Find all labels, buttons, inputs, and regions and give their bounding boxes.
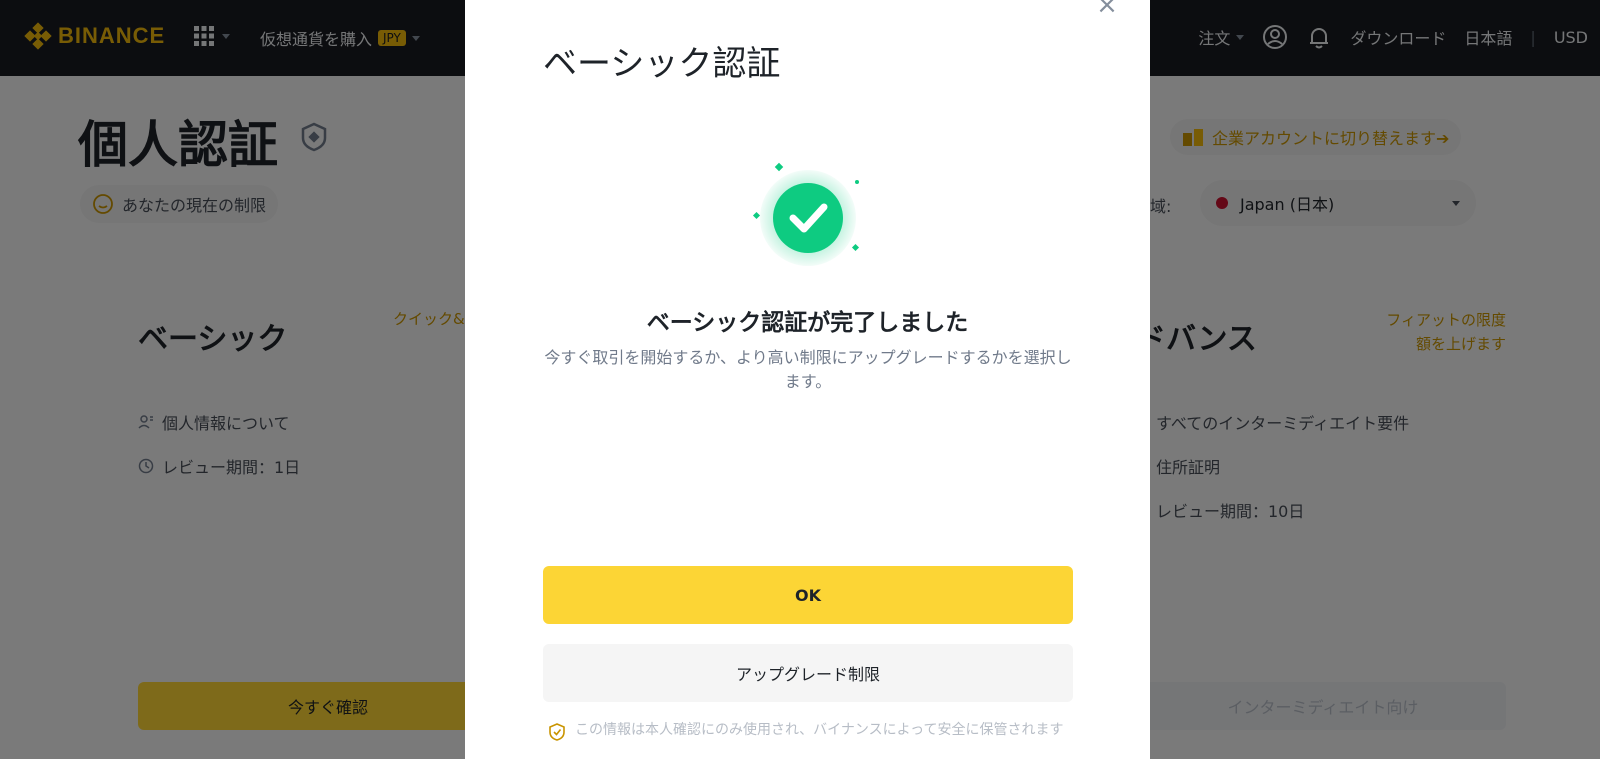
- ok-button[interactable]: OK: [543, 566, 1073, 624]
- success-description: 今すぐ取引を開始するか、より高い制限にアップグレードするかを選択します。: [544, 348, 1072, 391]
- shield-check-icon: [549, 723, 565, 741]
- success-check-icon: [752, 162, 860, 266]
- verification-modal: × ベーシック認証 ベーシック認証が完了しました 今すぐ取引を開始するか、より高…: [465, 0, 1150, 759]
- upgrade-limits-button[interactable]: アップグレード制限: [543, 644, 1073, 702]
- success-title: ベーシック認証が完了しました: [646, 310, 969, 336]
- modal-title: ベーシック認証: [543, 44, 781, 84]
- privacy-note-text: この情報は本人確認にのみ使用され、バイナンスによって安全に保管されます: [575, 722, 1064, 738]
- privacy-note: この情報は本人確認にのみ使用され、バイナンスによって安全に保管されます: [549, 722, 1069, 741]
- close-icon[interactable]: ×: [1094, 0, 1120, 18]
